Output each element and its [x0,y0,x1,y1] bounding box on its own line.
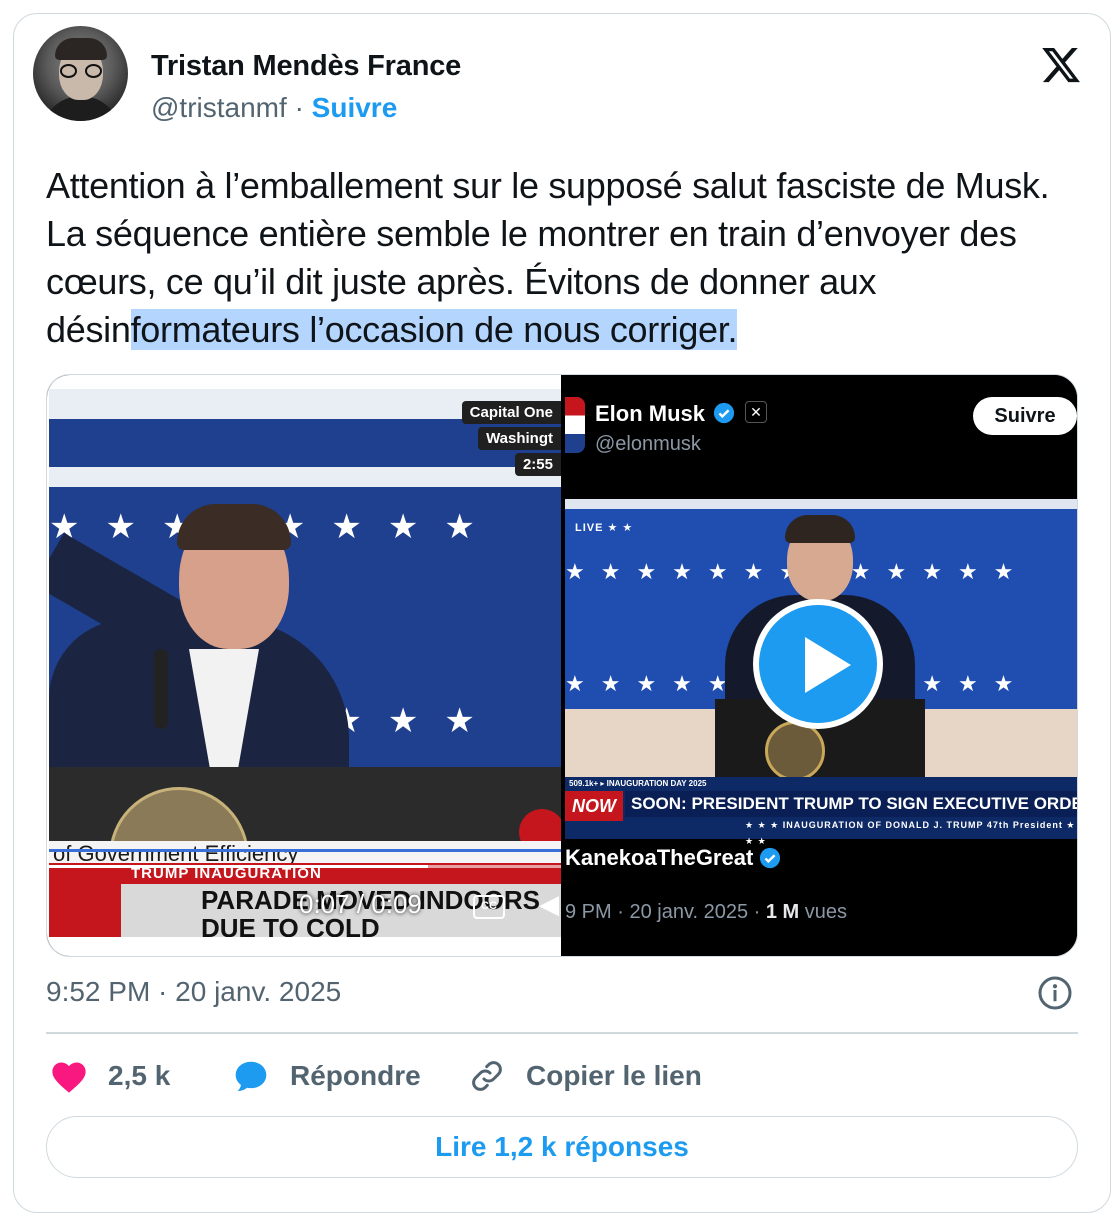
author-name[interactable]: Tristan Mendès France [151,50,461,83]
author-handle[interactable]: @tristanmf [151,92,287,123]
tv-badge-line3: 2:55 [514,453,561,476]
reply-button[interactable]: Répondre [232,1054,421,1098]
ticker-top: 509.1k+ ▸ INAUGURATION DAY 2025 [569,779,707,788]
media-container[interactable]: ★★★★★★★★ ★★★★★★★★ Capital One Washingt 2… [46,374,1078,957]
reply-label: Répondre [290,1060,421,1091]
x-small-icon: ✕ [745,401,767,423]
heart-icon [52,1062,86,1093]
quoted-source-author[interactable]: KanekoaTheGreat [565,845,753,871]
author-avatar[interactable] [33,26,128,121]
captions-button[interactable]: CC [473,895,505,919]
quoted-views-label: vues [799,901,847,923]
video-frame-left: ★★★★★★★★ ★★★★★★★★ Capital One Washingt 2… [49,389,561,937]
divider [46,1032,1078,1034]
copy-link-button[interactable]: Copier le lien [468,1054,702,1098]
tweet-header: Tristan Mendès France @tristanmf · Suivr… [33,26,1087,126]
tweet-timestamp[interactable]: 9:52 PM · 20 janv. 2025 [46,976,341,1008]
volume-icon[interactable]: ◀ [539,889,559,920]
video-timecode: 0:07 / 0:09 [299,889,422,919]
presidential-seal-right [765,721,825,781]
ticker-now: NOW [565,791,623,821]
quoted-views-count: 1 M [765,901,800,923]
read-replies-button[interactable]: Lire 1,2 k réponses [46,1116,1078,1178]
x-logo-icon[interactable] [1039,44,1083,86]
info-icon[interactable] [1037,975,1073,1011]
like-button[interactable]: 2,5 k [50,1054,170,1098]
author-handle-line: @tristanmf · Suivre [151,92,397,124]
tweet-text: Attention à l’emballement sur le supposé… [46,162,1056,354]
video-left-pane[interactable]: ★★★★★★★★ ★★★★★★★★ Capital One Washingt 2… [47,375,561,956]
live-tag: LIVE ★ ★ [575,522,634,534]
quoted-meta-time: 9 PM · 20 janv. 2025 · [565,901,766,923]
quoted-author-name[interactable]: Elon Musk [595,401,705,427]
copy-link-label: Copier le lien [526,1060,702,1091]
play-icon[interactable] [753,599,883,729]
tv-badge-line2: Washingt [478,427,561,450]
tv-badge-line1: Capital One [461,401,561,424]
verified-icon [759,847,781,869]
link-icon [472,1061,502,1091]
quoted-author-handle: @elonmusk [595,433,701,455]
ticker-sub: ★ ★ ★ INAUGURATION OF DONALD J. TRUMP 47… [745,820,1076,846]
follow-link[interactable]: Suivre [312,92,398,123]
reply-bubble-icon [235,1061,267,1091]
quoted-avatar [565,397,585,453]
tweet-text-selection: formateurs l’occasion de nous corriger. [130,309,738,350]
verified-icon [713,402,735,424]
video-progress-fill [49,865,428,868]
quoted-meta: 9 PM · 20 janv. 2025 · 1 M vues [565,901,847,924]
news-ticker: 509.1k+ ▸ INAUGURATION DAY 2025 NOW SOON… [565,777,1077,846]
speaker-figure [49,449,379,819]
quoted-follow-button[interactable]: Suivre [973,397,1077,435]
ticker-headline: SOON: PRESIDENT TRUMP TO SIGN EXECUTIVE … [625,791,1077,817]
separator-dot: · [294,92,304,123]
like-count: 2,5 k [108,1060,171,1091]
